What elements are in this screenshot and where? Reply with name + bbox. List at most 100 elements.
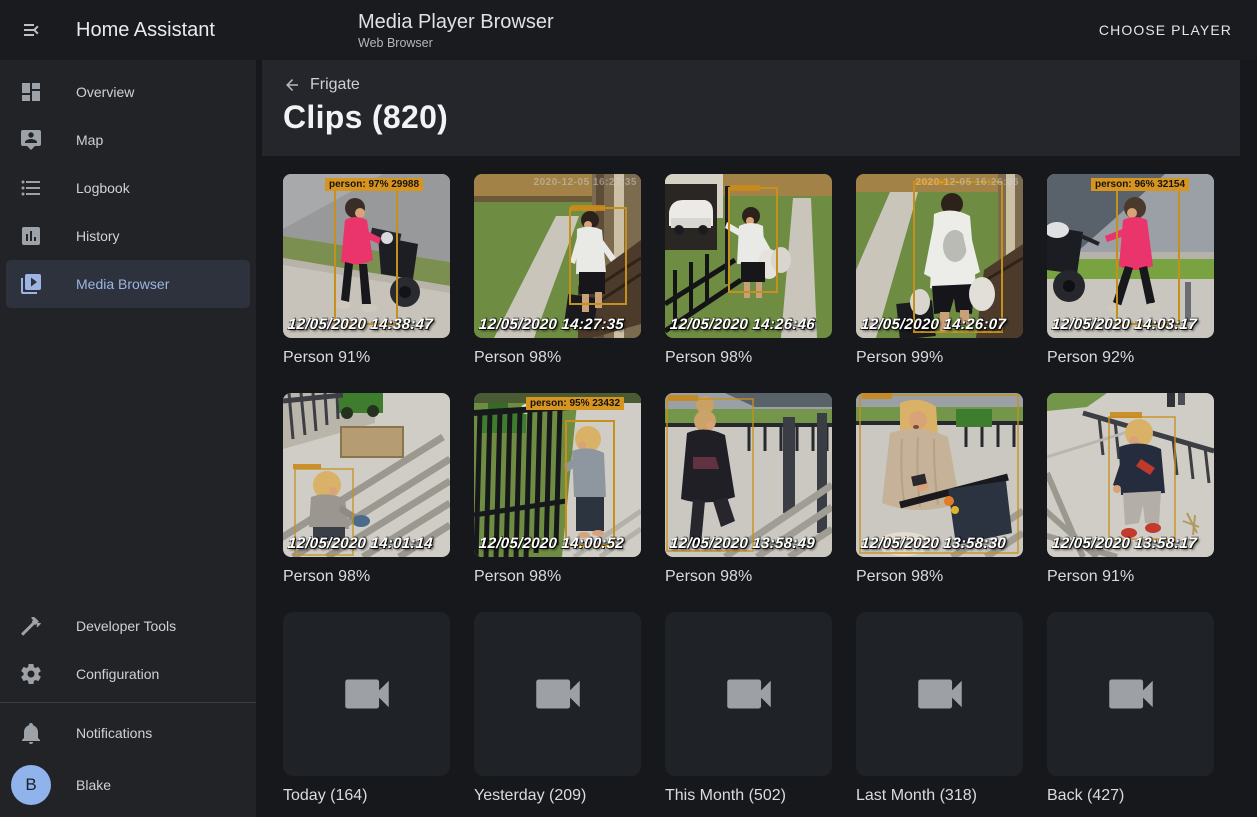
clip-timestamp: 12/05/2020 13:58:30	[860, 535, 1006, 552]
app-bar: Home Assistant Media Player Browser Web …	[0, 0, 1257, 60]
clip-caption: Person 92%	[1047, 349, 1214, 367]
clip-caption: Person 98%	[856, 568, 1023, 586]
clip-thumbnail: 2020-12-05 16:26:06 12/05/2020 14:26:07	[856, 174, 1023, 338]
folder-thumbnail	[283, 612, 450, 776]
video-icon	[720, 665, 778, 723]
video-icon	[338, 665, 396, 723]
camera-overlay-timestamp: 2020-12-05 16:27:35	[534, 177, 637, 188]
clip-item[interactable]: 12/05/2020 13:58:30 Person 98%	[856, 393, 1023, 586]
clip-caption: Person 98%	[665, 349, 832, 367]
folder-label: Last Month (318)	[856, 787, 1023, 805]
clip-thumbnail: person: 96% 32154 12/05/2020 14:03:17	[1047, 174, 1214, 338]
sidebar-item-notifications[interactable]: Notifications	[6, 709, 250, 757]
breadcrumb-label: Frigate	[310, 76, 360, 94]
folder-item-this-month[interactable]: This Month (502)	[665, 612, 832, 805]
clip-caption: Person 98%	[283, 568, 450, 586]
arrow-left-icon	[283, 76, 301, 94]
detection-label-small	[571, 205, 605, 211]
page-heading: Media Player Browser Web Browser	[358, 10, 554, 51]
bell-icon	[19, 721, 43, 745]
detection-label-small	[668, 395, 698, 401]
menu-open-icon	[21, 18, 45, 42]
clip-caption: Person 98%	[665, 568, 832, 586]
page-section-title: Clips (820)	[283, 99, 1240, 136]
clip-thumbnail: 12/05/2020 13:58:30	[856, 393, 1023, 557]
clip-caption: Person 99%	[856, 349, 1023, 367]
avatar: B	[11, 765, 51, 805]
page-subtitle: Web Browser	[358, 36, 554, 51]
clip-item[interactable]: person: 96% 32154 12/05/2020 14:03:17 Pe…	[1047, 174, 1214, 367]
folder-thumbnail	[665, 612, 832, 776]
sidebar-divider	[0, 702, 256, 703]
clip-timestamp: 12/05/2020 14:03:17	[1051, 316, 1197, 333]
detection-label: person: 95% 23432	[526, 397, 624, 410]
clip-thumbnail: 12/05/2020 13:58:49	[665, 393, 832, 557]
clip-timestamp: 12/05/2020 13:58:49	[669, 535, 815, 552]
breadcrumb-back-link[interactable]: Frigate	[283, 76, 1240, 94]
detection-label-small	[730, 185, 760, 191]
sidebar-item-media-browser[interactable]: Media Browser	[6, 260, 250, 308]
clip-item[interactable]: person: 97% 29988 12/05/2020 14:38:47 Pe…	[283, 174, 450, 367]
sidebar-item-label: Notifications	[76, 725, 152, 741]
clip-scene	[474, 393, 641, 557]
folder-label: Today (164)	[283, 787, 450, 805]
sidebar-item-map[interactable]: Map	[6, 116, 250, 164]
clip-item[interactable]: 2020-12-05 16:27:35 12/05/2020 14:27:35 …	[474, 174, 641, 367]
media-grid: person: 97% 29988 12/05/2020 14:38:47 Pe…	[256, 156, 1257, 817]
sidebar-item-label: Overview	[76, 84, 134, 100]
folder-thumbnail	[856, 612, 1023, 776]
clip-timestamp: 12/05/2020 14:00:52	[478, 535, 624, 552]
clip-caption: Person 98%	[474, 349, 641, 367]
sidebar-item-profile[interactable]: B Blake	[6, 757, 250, 813]
clip-timestamp: 12/05/2020 14:01:14	[287, 535, 433, 552]
sidebar-item-label: Configuration	[76, 666, 159, 682]
clip-thumbnail: person: 97% 29988 12/05/2020 14:38:47	[283, 174, 450, 338]
dashboard-icon	[19, 80, 43, 104]
clip-timestamp: 12/05/2020 14:38:47	[287, 316, 433, 333]
clip-caption: Person 91%	[283, 349, 450, 367]
sidebar-spacer	[0, 308, 256, 602]
clip-thumbnail: 12/05/2020 14:01:14	[283, 393, 450, 557]
detection-label-small	[293, 464, 321, 469]
clip-scene	[665, 393, 832, 557]
folder-item-yesterday[interactable]: Yesterday (209)	[474, 612, 641, 805]
sidebar-item-developer-tools[interactable]: Developer Tools	[6, 602, 250, 650]
clip-caption: Person 98%	[474, 568, 641, 586]
clip-item[interactable]: 12/05/2020 14:01:14 Person 98%	[283, 393, 450, 586]
sidebar-item-history[interactable]: History	[6, 212, 250, 260]
sidebar-item-configuration[interactable]: Configuration	[6, 650, 250, 698]
clip-item[interactable]: person: 95% 23432 12/05/2020 14:00:52 Pe…	[474, 393, 641, 586]
folder-thumbnail	[1047, 612, 1214, 776]
folder-item-today[interactable]: Today (164)	[283, 612, 450, 805]
clip-scene	[474, 174, 641, 338]
clip-scene	[856, 393, 1023, 557]
chart-box-icon	[19, 224, 43, 248]
play-box-multiple-icon	[19, 272, 43, 296]
clip-timestamp: 12/05/2020 14:27:35	[478, 316, 624, 333]
sidebar-toggle-button[interactable]	[21, 18, 45, 42]
folder-label: This Month (502)	[665, 787, 832, 805]
folder-item-back[interactable]: Back (427)	[1047, 612, 1214, 805]
app-bar-left: Home Assistant	[0, 18, 256, 42]
sidebar-item-overview[interactable]: Overview	[6, 68, 250, 116]
clip-item[interactable]: 2020-12-05 16:26:06 12/05/2020 14:26:07 …	[856, 174, 1023, 367]
clip-thumbnail: 12/05/2020 13:58:17	[1047, 393, 1214, 557]
page-title: Media Player Browser	[358, 10, 554, 34]
sidebar-item-label: Logbook	[76, 180, 130, 196]
clip-scene	[283, 174, 450, 338]
sidebar-item-label: Developer Tools	[76, 618, 176, 634]
folder-thumbnail	[474, 612, 641, 776]
clip-item[interactable]: 12/05/2020 13:58:17 Person 91%	[1047, 393, 1214, 586]
clip-caption: Person 91%	[1047, 568, 1214, 586]
video-icon	[911, 665, 969, 723]
detection-label-small	[862, 393, 892, 399]
gear-icon	[19, 662, 43, 686]
sidebar-item-label: History	[76, 228, 120, 244]
sidebar-item-logbook[interactable]: Logbook	[6, 164, 250, 212]
media-browser-header: Frigate Clips (820)	[262, 60, 1240, 156]
folder-item-last-month[interactable]: Last Month (318)	[856, 612, 1023, 805]
choose-player-button[interactable]: CHOOSE PLAYER	[1091, 14, 1240, 46]
list-bulleted-icon	[19, 176, 43, 200]
clip-item[interactable]: 12/05/2020 14:26:46 Person 98%	[665, 174, 832, 367]
clip-item[interactable]: 12/05/2020 13:58:49 Person 98%	[665, 393, 832, 586]
